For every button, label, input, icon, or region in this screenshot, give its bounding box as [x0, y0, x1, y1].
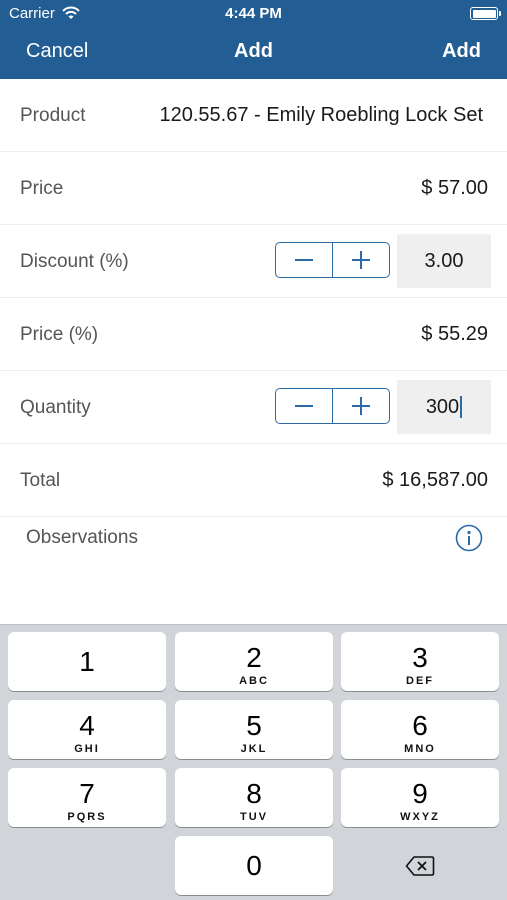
info-icon[interactable] [455, 524, 483, 552]
plus-icon [352, 397, 370, 415]
key-letters: MNO [404, 743, 436, 755]
price-value: $ 57.00 [421, 177, 488, 199]
battery-level [472, 9, 496, 18]
key-letters: PQRS [67, 811, 107, 823]
product-row[interactable]: Product 120.55.67 - Emily Roebling Lock … [0, 79, 507, 152]
discount-stepper[interactable] [275, 242, 390, 278]
price-row: Price $ 57.00 [0, 152, 507, 225]
key-letters: ABC [239, 675, 269, 687]
product-label: Product [20, 105, 86, 126]
quantity-input[interactable]: 300 [397, 380, 491, 434]
navigation-header: Carrier 4:44 PM Cancel Add Add [0, 0, 507, 79]
key-letters: DEF [406, 675, 434, 687]
battery-cap [499, 11, 501, 16]
cancel-button[interactable]: Cancel [26, 40, 88, 63]
discount-row: Discount (%) 3.00 [0, 225, 507, 298]
key-number: 8 [246, 778, 262, 809]
quantity-label: Quantity [20, 397, 91, 418]
total-label: Total [20, 470, 61, 491]
minus-icon [295, 259, 313, 261]
key-4[interactable]: 4 GHI [8, 700, 166, 759]
status-bar: Carrier 4:44 PM [0, 0, 507, 28]
key-0[interactable]: 0 [175, 836, 333, 895]
key-8[interactable]: 8 TUV [175, 768, 333, 827]
backspace-key[interactable] [341, 836, 499, 895]
key-letters: GHI [74, 743, 100, 755]
key-9[interactable]: 9 WXYZ [341, 768, 499, 827]
quantity-stepper[interactable] [275, 388, 390, 424]
key-number: 1 [79, 646, 95, 677]
discount-input[interactable]: 3.00 [397, 234, 491, 288]
discount-value: 3.00 [424, 249, 464, 272]
key-2[interactable]: 2 ABC [175, 632, 333, 691]
key-number: 4 [79, 710, 95, 741]
price-percent-value: $ 55.29 [421, 323, 488, 345]
total-value: $ 16,587.00 [382, 469, 488, 491]
key-number: 6 [412, 710, 428, 741]
key-number: 2 [246, 642, 262, 673]
key-number: 5 [246, 710, 262, 741]
key-5[interactable]: 5 JKL [175, 700, 333, 759]
key-6[interactable]: 6 MNO [341, 700, 499, 759]
text-cursor [460, 396, 463, 418]
key-letters: WXYZ [400, 811, 440, 823]
key-7[interactable]: 7 PQRS [8, 768, 166, 827]
key-letters: TUV [240, 811, 268, 823]
price-percent-row: Price (%) $ 55.29 [0, 298, 507, 371]
discount-label: Discount (%) [20, 251, 129, 272]
product-value: 120.55.67 - Emily Roebling Lock Set [159, 104, 483, 126]
key-number: 9 [412, 778, 428, 809]
observations-label: Observations [26, 527, 138, 548]
numeric-keypad: 1 2 ABC 3 DEF 4 GHI 5 JKL 6 MNO 7 PQRS 8… [0, 624, 507, 900]
key-number: 0 [246, 850, 262, 881]
status-time: 4:44 PM [225, 5, 282, 22]
plus-icon [352, 251, 370, 269]
backspace-icon [405, 855, 435, 876]
add-button[interactable]: Add [442, 40, 481, 63]
price-label: Price [20, 178, 64, 199]
quantity-row: Quantity 300 [0, 371, 507, 444]
key-number: 3 [412, 642, 428, 673]
total-row: Total $ 16,587.00 [0, 444, 507, 517]
minus-icon [295, 405, 313, 407]
discount-decrement-button[interactable] [276, 243, 332, 277]
key-1[interactable]: 1 [8, 632, 166, 691]
key-number: 7 [79, 778, 95, 809]
discount-increment-button[interactable] [332, 243, 389, 277]
quantity-value: 300 [425, 395, 460, 418]
key-3[interactable]: 3 DEF [341, 632, 499, 691]
key-letters: JKL [240, 743, 268, 755]
battery-icon [470, 7, 501, 20]
quantity-increment-button[interactable] [332, 389, 389, 423]
price-percent-label: Price (%) [20, 324, 99, 345]
quantity-decrement-button[interactable] [276, 389, 332, 423]
